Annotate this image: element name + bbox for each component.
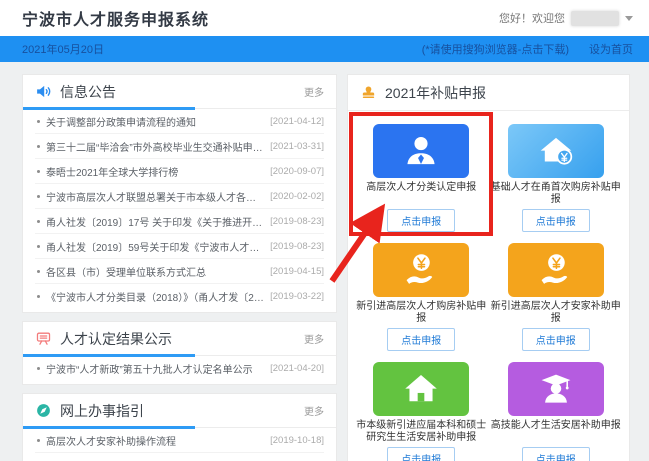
list-item[interactable]: 甬人社发〔2019〕17号 关于印发《关于推进开放揽才产业聚... [2019-0…: [35, 209, 324, 234]
subsidy-tile-cell: 新引进高层次人才安家补助申报点击申报: [491, 238, 621, 351]
bullet-dot: [37, 245, 40, 248]
apply-button[interactable]: 点击申报: [387, 209, 455, 232]
hand-yen-icon[interactable]: [373, 243, 469, 297]
list-item[interactable]: 泰晤士2021年全球大学排行榜 [2020-09-07]: [35, 159, 324, 184]
more-link[interactable]: 更多: [304, 403, 324, 418]
bullet-dot: [37, 270, 40, 273]
bullet-dot: [37, 439, 40, 442]
item-link: 甬人社发〔2019〕17号 关于印发《关于推进开放揽才产业聚...: [46, 214, 264, 229]
section-title: 2021年补贴申报: [385, 83, 486, 103]
section-title: 网上办事指引: [60, 401, 144, 421]
tile-label: 高层次人才分类认定申报: [366, 182, 476, 206]
section-title: 信息公告: [60, 82, 116, 102]
bullet-dot: [37, 195, 40, 198]
apply-button[interactable]: 点击申报: [522, 447, 590, 461]
house-yen-icon[interactable]: [508, 124, 604, 178]
item-date: [2021-04-12]: [270, 116, 324, 127]
item-date: [2019-10-18]: [270, 435, 324, 446]
item-link: 关于调整部分政策申请流程的通知: [46, 114, 264, 129]
hand-yen-icon[interactable]: [508, 243, 604, 297]
more-link[interactable]: 更多: [304, 84, 324, 99]
bullet-dot: [37, 145, 40, 148]
stamp-icon: [360, 84, 377, 101]
bullet-dot: [37, 367, 40, 370]
apply-button[interactable]: 点击申报: [387, 447, 455, 461]
item-link: 高层次人才安家补助操作流程: [46, 433, 264, 448]
guide-list: 高层次人才安家补助操作流程 [2019-10-18] 高层次人才购房补贴操作流程[2…: [23, 428, 336, 461]
item-link: 泰晤士2021年全球大学排行榜: [46, 164, 264, 179]
item-date: [2019-03-22]: [270, 291, 324, 302]
tile-label: 新引进高层次人才安家补助申报: [491, 301, 621, 325]
item-date: [2020-02-02]: [270, 191, 324, 202]
item-link: 第三十二届“毕洽会”市外高校毕业生交通补贴申报细则: [46, 139, 264, 154]
apply-button[interactable]: 点击申报: [387, 328, 455, 351]
item-link: 甬人社发〔2019〕59号关于印发《宁波市人才分类认定操作...: [46, 239, 264, 254]
chevron-down-icon[interactable]: [625, 16, 633, 21]
subsidy-tile-cell: 市本级新引进应届本科和硕士研究生生活安居补助申报点击申报: [356, 357, 486, 461]
item-date: [2019-08-23]: [270, 241, 324, 252]
list-item[interactable]: 高层次人才安家补助操作流程 [2019-10-18]: [35, 428, 324, 453]
bullet-dot: [37, 295, 40, 298]
item-date: [2019-04-15]: [270, 266, 324, 277]
results-list: 宁波市“人才新政”第五十九批人才认定名单公示 [2021-04-20]: [23, 356, 336, 384]
list-item[interactable]: 关于调整部分政策申请流程的通知 [2021-04-12]: [35, 109, 324, 134]
section-title: 人才认定结果公示: [60, 329, 172, 349]
user-area: 您好！欢迎您: [499, 10, 633, 26]
more-link[interactable]: 更多: [304, 331, 324, 346]
site-header: 宁波市人才服务申报系统 您好！欢迎您: [0, 0, 649, 36]
list-item[interactable]: 宁波市高层次人才联盟总署关于市本级人才各类补贴办理的公... [2020-02-0…: [35, 184, 324, 209]
list-item[interactable]: 宁波市“人才新政”第五十九批人才认定名单公示 [2021-04-20]: [35, 356, 324, 381]
tile-label: 高技能人才生活安居补助申报: [491, 420, 621, 444]
username-redacted[interactable]: [571, 11, 619, 26]
apply-button[interactable]: 点击申报: [522, 209, 590, 232]
item-date: [2021-04-20]: [270, 363, 324, 374]
item-link: 宁波市“人才新政”第五十九批人才认定名单公示: [46, 361, 264, 376]
section-underline: [23, 107, 195, 110]
section-underline: [23, 354, 195, 357]
list-item[interactable]: 第三十二届“毕洽会”市外高校毕业生交通补贴申报细则 [2021-03-31]: [35, 134, 324, 159]
list-item[interactable]: 《宁波市人才分类目录（2018）》（甬人才发〔2018〕5号） [2019-03-…: [35, 284, 324, 309]
list-item[interactable]: 甬人社发〔2019〕59号关于印发《宁波市人才分类认定操作... [2019-08…: [35, 234, 324, 259]
item-link: 《宁波市人才分类目录（2018）》（甬人才发〔2018〕5号）: [46, 289, 264, 304]
bullet-dot: [37, 170, 40, 173]
graduate-icon[interactable]: [508, 362, 604, 416]
announcements-card: 信息公告 更多 关于调整部分政策申请流程的通知 [2021-04-12] 第三十二届…: [22, 74, 337, 313]
subsidy-grid: 高层次人才分类认定申报点击申报基础人才在甬首次购房补贴申报点击申报新引进高层次人…: [348, 111, 629, 461]
list-item[interactable]: 高层次人才购房补贴操作流程[2019-10-18]: [35, 453, 324, 461]
announcements-list: 关于调整部分政策申请流程的通知 [2021-04-12] 第三十二届“毕洽会”市外高…: [23, 109, 336, 312]
subsidy-tile-cell: 新引进高层次人才购房补贴申报点击申报: [356, 238, 486, 351]
billboard-icon: [35, 330, 52, 347]
top-bar: 2021年05月20日 (*请使用搜狗浏览器-点击下载) 设为首页: [0, 36, 649, 62]
subsidy-tile-cell: 高技能人才生活安居补助申报点击申报: [491, 357, 621, 461]
compass-icon: [35, 402, 52, 419]
tile-label: 基础人才在甬首次购房补贴申报: [491, 182, 621, 206]
person-icon[interactable]: [373, 124, 469, 178]
greeting-text: 您好！欢迎您: [499, 10, 565, 26]
list-item[interactable]: 各区县（市）受理单位联系方式汇总 [2019-04-15]: [35, 259, 324, 284]
item-date: [2019-08-23]: [270, 216, 324, 227]
subsidy-tile-cell: 基础人才在甬首次购房补贴申报点击申报: [491, 119, 621, 232]
item-link: 各区县（市）受理单位联系方式汇总: [46, 264, 264, 279]
house-icon[interactable]: [373, 362, 469, 416]
item-link: 宁波市高层次人才联盟总署关于市本级人才各类补贴办理的公...: [46, 189, 264, 204]
tile-label: 市本级新引进应届本科和硕士研究生生活安居补助申报: [356, 420, 486, 444]
results-card: 人才认定结果公示 更多 宁波市“人才新政”第五十九批人才认定名单公示 [2021-…: [22, 321, 337, 385]
bullet-dot: [37, 120, 40, 123]
subsidy-tile-cell: 高层次人才分类认定申报点击申报: [356, 119, 486, 232]
subsidy-apply-card: 2021年补贴申报 高层次人才分类认定申报点击申报基础人才在甬首次购房补贴申报点…: [347, 74, 630, 461]
section-underline: [23, 426, 195, 429]
bullet-dot: [37, 220, 40, 223]
browser-download-link[interactable]: (*请使用搜狗浏览器-点击下载): [422, 41, 569, 57]
set-homepage-link[interactable]: 设为首页: [589, 41, 633, 57]
tile-label: 新引进高层次人才购房补贴申报: [356, 301, 486, 325]
apply-button[interactable]: 点击申报: [522, 328, 590, 351]
item-date: [2020-09-07]: [270, 166, 324, 177]
page-title: 宁波市人才服务申报系统: [22, 6, 209, 30]
current-date: 2021年05月20日: [22, 41, 104, 57]
item-date: [2021-03-31]: [270, 141, 324, 152]
speaker-icon: [35, 83, 52, 100]
guide-card: 网上办事指引 更多 高层次人才安家补助操作流程[2019-10-18]高层次人才…: [22, 393, 337, 461]
